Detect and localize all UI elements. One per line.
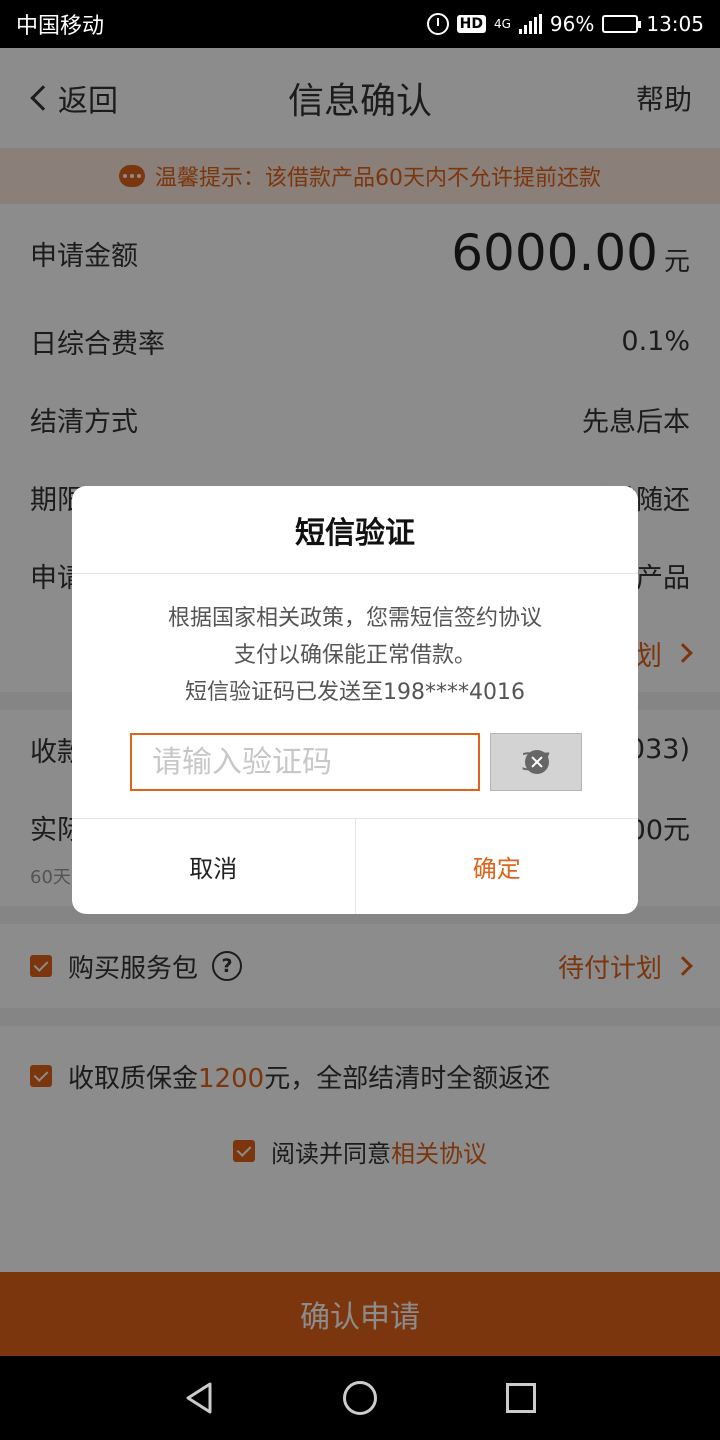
dialog-message: 根据国家相关政策，您需短信签约协议 支付以确保能正常借款。 短信验证码已发送至1… — [72, 574, 638, 728]
dialog-message-line: 支付以确保能正常借款。 — [233, 643, 476, 668]
sms-verify-dialog: 短信验证 根据国家相关政策，您需短信签约协议 支付以确保能正常借款。 短信验证码… — [72, 486, 638, 914]
network-type: 4G — [493, 17, 511, 31]
status-bar: 中国移动 HD 4G 96% 13:05 — [0, 0, 720, 48]
alarm-icon — [426, 13, 449, 35]
clear-icon[interactable] — [525, 750, 549, 774]
cancel-button[interactable]: 取消 — [72, 819, 356, 914]
clock: 13:05 — [646, 12, 704, 36]
system-nav-bar — [0, 1356, 720, 1440]
signal-icon — [518, 14, 542, 34]
code-input-box — [130, 733, 549, 791]
dialog-title: 短信验证 — [72, 486, 638, 574]
verification-code-input[interactable] — [152, 744, 525, 780]
dialog-message-line: 根据国家相关政策，您需短信签约协议 — [167, 606, 542, 631]
hd-badge: HD — [456, 15, 486, 33]
code-input-row: 37 — [72, 728, 638, 796]
dialog-actions: 取消 确定 — [72, 818, 638, 914]
nav-back-icon[interactable] — [184, 1382, 214, 1414]
nav-home-icon[interactable] — [342, 1381, 377, 1415]
carrier-name: 中国移动 — [16, 14, 105, 39]
battery-icon — [602, 15, 642, 33]
battery-percent: 96% — [549, 12, 595, 36]
dialog-message-line: 短信验证码已发送至198****4016 — [185, 680, 525, 705]
ok-button[interactable]: 确定 — [356, 819, 639, 914]
nav-recent-icon[interactable] — [505, 1383, 536, 1413]
status-icons: HD 4G 96% 13:05 — [426, 12, 704, 36]
